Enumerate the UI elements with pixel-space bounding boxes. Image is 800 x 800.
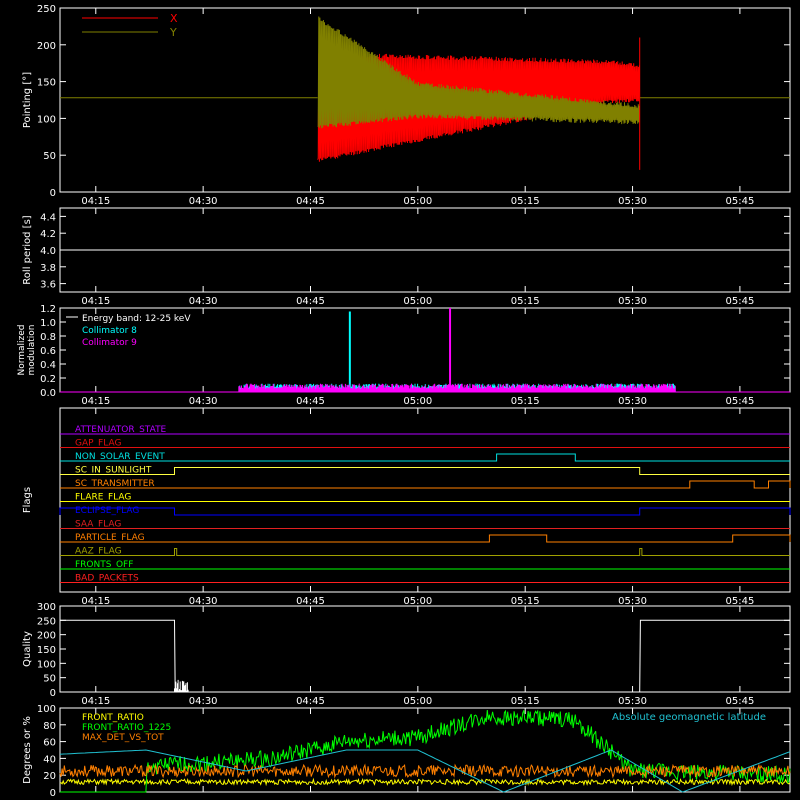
y-tick-label-modulation: 1.2 (40, 304, 56, 315)
x-tick-label-modulation: 05:00 (403, 396, 432, 407)
quality-noise (174, 679, 189, 692)
x-tick-label-roll: 05:00 (403, 296, 432, 307)
y-tick-label-roll: 3.6 (40, 280, 56, 291)
ratio-series-0 (59, 777, 791, 787)
modulation-legend-9: Collimator 9 (82, 338, 137, 348)
x-tick-label-flags: 05:15 (511, 596, 540, 607)
x-tick-label-quality: 04:30 (189, 696, 218, 707)
panel-frame-flags (59, 407, 791, 593)
x-tick-label-pointing: 04:15 (81, 196, 110, 207)
x-tick-label-pointing: 05:15 (511, 196, 540, 207)
flag-trace-sc_transmitter (60, 480, 791, 489)
x-tick-label-modulation: 05:45 (725, 396, 754, 407)
ratio-legend-1: FRONT_RATIO_1225 (82, 723, 171, 733)
x-tick-label-roll: 04:15 (81, 296, 110, 307)
ratio-series-3 (59, 749, 791, 793)
y-tick-label-ratios: 60 (43, 738, 56, 749)
y-tick-label-ratios: 20 (43, 771, 56, 782)
x-tick-label-pointing: 04:45 (296, 196, 325, 207)
x-tick-label-pointing: 05:45 (725, 196, 754, 207)
x-tick-label-modulation: 05:15 (511, 396, 540, 407)
x-tick-label-flags: 05:45 (725, 596, 754, 607)
y-tick-label-roll: 3.8 (40, 263, 56, 274)
y-tick-label-quality: 300 (37, 602, 56, 613)
panel-frame-quality (59, 605, 791, 693)
y-tick-label-ratios: 80 (43, 721, 56, 732)
y-tick-label-ratios: 40 (43, 754, 56, 765)
flag-trace-aaz_flag (60, 548, 790, 556)
y-tick-label-roll: 4.4 (40, 212, 56, 223)
x-tick-label-roll: 05:45 (725, 296, 754, 307)
y-tick-label-pointing: 200 (37, 41, 56, 52)
y-tick-label-ratios: 0 (50, 788, 56, 799)
y-tick-label-modulation: 0.2 (40, 374, 56, 385)
x-tick-label-quality: 05:00 (403, 696, 432, 707)
x-tick-label-quality: 04:45 (296, 696, 325, 707)
y-axis-label-ratios: Degrees or % (22, 716, 33, 784)
legend-label-y: Y (169, 26, 177, 39)
y-tick-label-quality: 50 (43, 674, 56, 685)
quality-line (60, 619, 790, 693)
x-tick-label-modulation: 04:15 (81, 396, 110, 407)
flag-trace-particle_flag (60, 534, 791, 543)
rhessi-summary-chart: Pointing [°]05010015020025004:15 04:30 04:… (17, 4, 791, 799)
y-tick-label-modulation: 0.0 (40, 388, 56, 399)
x-tick-label-flags: 05:30 (618, 596, 647, 607)
y-tick-label-modulation: 0.4 (40, 360, 56, 371)
y-tick-label-modulation: 1.0 (40, 318, 56, 329)
x-tick-label-modulation: 04:30 (189, 396, 218, 407)
y-tick-label-quality: 200 (37, 631, 56, 642)
x-tick-label-pointing: 05:30 (618, 196, 647, 207)
y-tick-label-quality: 150 (37, 645, 56, 656)
y-tick-label-pointing: 100 (37, 114, 56, 125)
y-tick-label-modulation: 0.6 (40, 346, 56, 357)
ratio-legend-2: MAX_DET_VS_TOT (82, 733, 164, 743)
x-tick-label-quality: 05:30 (618, 696, 647, 707)
x-tick-label-flags: 04:15 (81, 596, 110, 607)
x-tick-label-roll: 04:45 (296, 296, 325, 307)
y-tick-label-pointing: 50 (43, 151, 56, 162)
x-tick-label-flags: 05:00 (403, 596, 432, 607)
x-tick-label-flags: 04:45 (296, 596, 325, 607)
y-tick-label-quality: 250 (37, 616, 56, 627)
y-tick-label-pointing: 150 (37, 78, 56, 89)
x-tick-label-flags: 04:30 (189, 596, 218, 607)
modulation-legend-8: Collimator 8 (82, 326, 137, 336)
x-tick-label-pointing: 04:30 (189, 196, 218, 207)
y-tick-label-pointing: 250 (37, 4, 56, 15)
flag-trace-non_solar_event (60, 453, 790, 462)
x-tick-label-roll: 05:15 (511, 296, 540, 307)
flag-trace-sc_in_sunlight (60, 467, 790, 475)
x-tick-label-roll: 04:30 (189, 296, 218, 307)
x-tick-label-pointing: 05:00 (403, 196, 432, 207)
y-tick-label-roll: 4.2 (40, 229, 56, 240)
y-axis-label-roll: Roll period [s] (22, 215, 33, 284)
y-axis-label-flags: Flags (22, 487, 33, 513)
x-tick-label-modulation: 04:45 (296, 396, 325, 407)
ratio-legend-0: FRONT_RATIO (82, 713, 144, 723)
y-tick-label-modulation: 0.8 (40, 332, 56, 343)
y-tick-label-quality: 0 (50, 688, 56, 699)
x-tick-label-modulation: 05:30 (618, 396, 647, 407)
x-tick-label-quality: 04:15 (81, 696, 110, 707)
x-tick-label-roll: 05:30 (618, 296, 647, 307)
y-axis-label-modulation-2: modulation (27, 325, 37, 376)
modulation-legend-title: Energy band: 12-25 keV (82, 314, 191, 324)
y-axis-label-quality: Quality (22, 631, 33, 667)
y-axis-label-modulation: Normalized (17, 324, 27, 375)
y-axis-label-pointing: Pointing [°] (22, 72, 33, 128)
x-tick-label-quality: 05:45 (725, 696, 754, 707)
legend-label-x: X (170, 12, 178, 25)
y-tick-label-ratios: 100 (37, 704, 56, 715)
y-tick-label-quality: 100 (37, 659, 56, 670)
geomag-label: Absolute geomagnetic latitude (612, 712, 766, 723)
flag-trace-eclipse_flag (59, 507, 791, 516)
y-tick-label-pointing: 0 (50, 188, 56, 199)
x-tick-label-quality: 05:15 (511, 696, 540, 707)
modulation-series-9 (238, 383, 676, 392)
y-tick-label-roll: 4.0 (40, 246, 56, 257)
